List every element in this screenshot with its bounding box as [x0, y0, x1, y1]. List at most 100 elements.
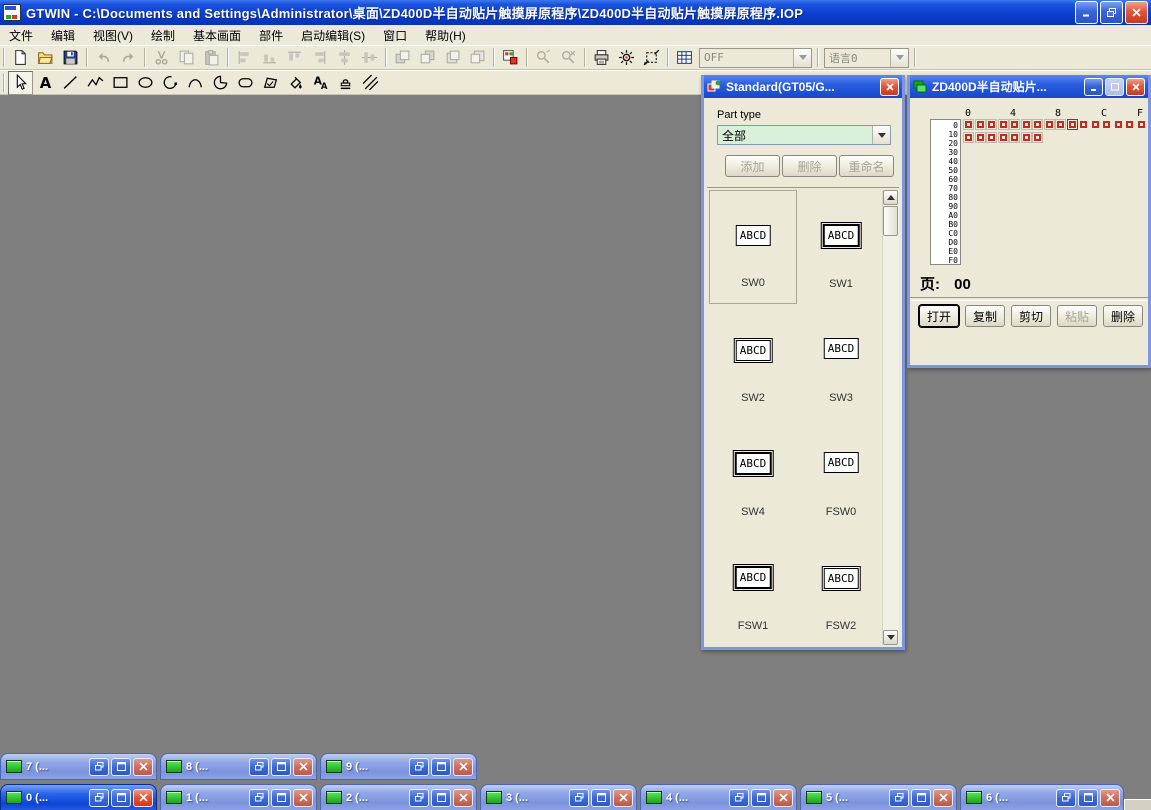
minimized-window-4[interactable]: 4 (...	[640, 784, 797, 810]
cut-page-button[interactable]: 剪切	[1011, 305, 1051, 327]
off-combobox-dropdown-icon[interactable]	[793, 49, 811, 67]
restore-icon[interactable]	[249, 789, 269, 807]
align-left-icon[interactable]	[232, 46, 257, 70]
menu-item-9[interactable]: 帮助(H)	[416, 25, 475, 46]
close-icon[interactable]	[453, 789, 473, 807]
line-tool-icon[interactable]	[58, 71, 83, 95]
menu-item-3[interactable]: 视图(V)	[84, 25, 142, 46]
scroll-up-icon[interactable]	[883, 190, 898, 205]
page-cell[interactable]	[1136, 119, 1147, 130]
close-icon[interactable]	[933, 789, 953, 807]
restore-icon[interactable]	[569, 789, 589, 807]
screen-manager-minimize-icon[interactable]	[1084, 78, 1103, 96]
polyline-tool-icon[interactable]	[83, 71, 108, 95]
maximize-icon[interactable]	[431, 789, 451, 807]
rectangle-tool-icon[interactable]	[108, 71, 133, 95]
parts-library-icon[interactable]	[498, 46, 523, 70]
part-item-sw4[interactable]: ABCDSW4	[709, 418, 797, 532]
maximize-icon[interactable]	[591, 789, 611, 807]
ellipse-tool-icon[interactable]	[133, 71, 158, 95]
minimize-button[interactable]	[1075, 1, 1098, 24]
send-to-back-icon[interactable]	[415, 46, 440, 70]
minimized-window-9[interactable]: 9 (...	[320, 753, 477, 780]
center-horizontal-icon[interactable]	[332, 46, 357, 70]
parts-scrollbar[interactable]	[882, 190, 899, 645]
menu-item-6[interactable]: 部件	[250, 25, 292, 46]
page-cell[interactable]	[1055, 119, 1066, 130]
restore-icon[interactable]	[89, 758, 109, 776]
menu-item-1[interactable]: 文件	[0, 25, 42, 46]
page-cell[interactable]	[1044, 119, 1055, 130]
maximize-icon[interactable]	[911, 789, 931, 807]
restore-icon[interactable]	[409, 758, 429, 776]
part-item-fsw2[interactable]: ABCDFSW2	[797, 532, 885, 646]
hatch-tool-icon[interactable]	[358, 71, 383, 95]
language-combobox[interactable]: 语言0	[824, 48, 909, 68]
scrollbar-thumb[interactable]	[883, 206, 898, 236]
page-cell[interactable]	[986, 119, 997, 130]
part-item-sw3[interactable]: ABCDSW3	[797, 304, 885, 418]
page-cell[interactable]	[975, 119, 986, 130]
arc-tool-icon[interactable]	[158, 71, 183, 95]
close-button[interactable]	[1125, 1, 1148, 24]
maximize-icon[interactable]	[111, 789, 131, 807]
close-icon[interactable]	[773, 789, 793, 807]
undo-icon[interactable]	[91, 46, 116, 70]
minimized-window-0[interactable]: 0 (...	[0, 784, 157, 810]
language-combobox-dropdown-icon[interactable]	[890, 49, 908, 67]
close-icon[interactable]	[293, 758, 313, 776]
paste-icon[interactable]	[199, 46, 224, 70]
restore-icon[interactable]	[889, 789, 909, 807]
align-bottom-icon[interactable]	[257, 46, 282, 70]
screen-manager-close-icon[interactable]	[1126, 78, 1145, 96]
page-cell[interactable]	[1067, 119, 1078, 130]
maximize-icon[interactable]	[271, 758, 291, 776]
paint-tool-icon[interactable]	[283, 71, 308, 95]
minimized-window-6[interactable]: 6 (...	[960, 784, 1124, 810]
menu-item-4[interactable]: 绘制	[142, 25, 184, 46]
page-cell[interactable]	[1032, 132, 1043, 143]
transform-icon[interactable]	[639, 46, 664, 70]
page-cell[interactable]	[998, 119, 1009, 130]
standard-palette-close-icon[interactable]	[880, 78, 899, 96]
stamp-tool-icon[interactable]	[333, 71, 358, 95]
standard-palette-title-bar[interactable]: Standard(GT05/G...	[704, 75, 902, 98]
restore-button[interactable]	[1100, 1, 1123, 24]
cut-icon[interactable]	[149, 46, 174, 70]
close-icon[interactable]	[613, 789, 633, 807]
page-cell[interactable]	[1090, 119, 1101, 130]
restore-icon[interactable]	[729, 789, 749, 807]
zoom-cancel-icon[interactable]	[556, 46, 581, 70]
paste-page-button[interactable]: 粘贴	[1057, 305, 1097, 327]
page-cell[interactable]	[963, 132, 974, 143]
polygon-tool-icon[interactable]	[258, 71, 283, 95]
minimized-window-7[interactable]: 7 (...	[0, 753, 157, 780]
page-cell[interactable]	[1124, 119, 1135, 130]
page-cell[interactable]	[1009, 119, 1020, 130]
page-cell[interactable]	[998, 132, 1009, 143]
maximize-icon[interactable]	[751, 789, 771, 807]
page-cell[interactable]	[1032, 119, 1043, 130]
align-top-icon[interactable]	[282, 46, 307, 70]
menu-item-7[interactable]: 启动编辑(S)	[292, 25, 374, 46]
off-combobox[interactable]: OFF	[699, 48, 812, 68]
close-icon[interactable]	[453, 758, 473, 776]
character-tool-icon[interactable]: AA	[308, 71, 333, 95]
part-item-sw0[interactable]: ABCDSW0	[709, 190, 797, 304]
part-type-combobox[interactable]: 全部	[717, 125, 891, 145]
restore-icon[interactable]	[249, 758, 269, 776]
curve-tool-icon[interactable]	[183, 71, 208, 95]
copy-icon[interactable]	[174, 46, 199, 70]
rename-part-button[interactable]: 重命名	[839, 155, 894, 177]
part-item-fsw0[interactable]: ABCDFSW0	[797, 418, 885, 532]
close-icon[interactable]	[133, 789, 153, 807]
grid-icon[interactable]	[672, 46, 697, 70]
pie-tool-icon[interactable]	[208, 71, 233, 95]
part-item-sw1[interactable]: ABCDSW1	[797, 190, 885, 304]
minimized-window-3[interactable]: 3 (...	[480, 784, 637, 810]
maximize-icon[interactable]	[1078, 789, 1098, 807]
delete-page-button[interactable]: 删除	[1103, 305, 1143, 327]
maximize-icon[interactable]	[431, 758, 451, 776]
send-backward-icon[interactable]	[465, 46, 490, 70]
close-icon[interactable]	[293, 789, 313, 807]
